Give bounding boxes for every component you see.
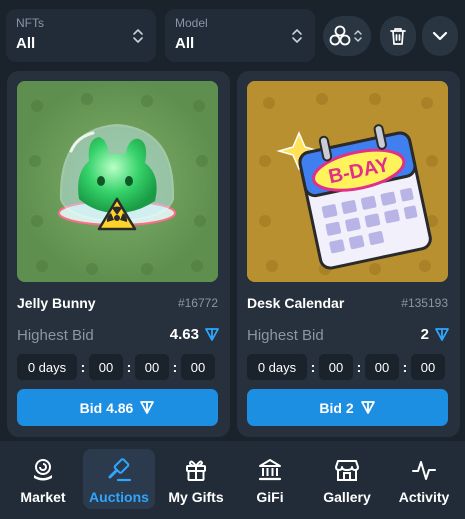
timer-hours: 00 [89, 354, 123, 380]
chevron-down-icon [432, 31, 448, 41]
nfts-filter-value: All [16, 35, 36, 52]
auction-card[interactable]: B-DAY Desk Calendar #135193 Highest Bid … [237, 71, 460, 437]
model-filter-select[interactable]: Model All [165, 9, 315, 62]
nav-item-auctions[interactable]: Auctions [83, 449, 155, 509]
collapse-button[interactable] [422, 16, 458, 56]
timer-days: 0 days [247, 354, 307, 380]
bottom-nav: Market Auctions My Gifts GiFi Gallery Ac… [0, 441, 465, 519]
timer-separator: : [310, 359, 316, 375]
countdown-timer: 0 days : 00 : 00 : 00 [247, 354, 448, 380]
nft-title: Desk Calendar [247, 295, 345, 311]
ton-icon [360, 401, 375, 414]
jelly-bunny-artwork [17, 81, 218, 282]
timer-separator: : [402, 359, 408, 375]
store-icon [335, 460, 359, 481]
updown-chevron-icon [292, 29, 302, 43]
nfts-filter-label: NFTs [16, 16, 44, 30]
model-filter-value: All [175, 35, 195, 52]
nft-title: Jelly Bunny [17, 295, 96, 311]
activity-icon [412, 461, 436, 480]
ton-icon [205, 328, 219, 341]
nft-number: #135193 [401, 296, 448, 310]
nav-label: GiFi [256, 489, 284, 505]
timer-minutes: 00 [365, 354, 399, 380]
timer-seconds: 00 [181, 354, 215, 380]
highest-bid-label: Highest Bid [17, 327, 94, 344]
timer-seconds: 00 [411, 354, 445, 380]
timer-separator: : [126, 359, 132, 375]
timer-minutes: 00 [135, 354, 169, 380]
nav-label: My Gifts [168, 489, 224, 505]
bank-icon [258, 459, 282, 481]
trash-icon [390, 28, 406, 45]
ton-icon [435, 328, 449, 341]
timer-separator: : [172, 359, 178, 375]
bid-button-label: Bid 2 [319, 399, 354, 416]
timer-separator: : [80, 359, 86, 375]
nft-image[interactable] [17, 81, 218, 282]
nav-item-activity[interactable]: Activity [390, 449, 458, 509]
gavel-icon [108, 458, 132, 482]
model-filter-label: Model [175, 16, 208, 30]
multi-select-button[interactable] [323, 16, 371, 56]
highest-bid-value: 4.63 [170, 326, 220, 343]
bid-button[interactable]: Bid 2 [247, 389, 448, 426]
nft-image[interactable]: B-DAY [247, 81, 448, 282]
auction-card[interactable]: Jelly Bunny #16772 Highest Bid 4.63 0 da… [7, 71, 230, 437]
ton-icon [140, 401, 155, 414]
nav-label: Market [20, 489, 66, 505]
highest-bid-amount: 2 [420, 326, 429, 343]
nft-number: #16772 [177, 296, 218, 310]
updown-chevron-icon [133, 29, 143, 43]
timer-separator: : [356, 359, 362, 375]
highest-bid-value: 2 [421, 326, 450, 343]
countdown-timer: 0 days : 00 : 00 : 00 [17, 354, 218, 380]
gift-icon [186, 460, 206, 481]
nav-item-market[interactable]: Market [8, 449, 78, 509]
nav-label: Activity [398, 489, 450, 505]
desk-calendar-artwork: B-DAY [247, 81, 448, 282]
nav-label: Auctions [89, 489, 149, 505]
clear-filters-button[interactable] [380, 16, 416, 56]
nav-item-gallery[interactable]: Gallery [313, 449, 381, 509]
timer-days: 0 days [17, 354, 77, 380]
nav-label: Gallery [323, 489, 371, 505]
timer-hours: 00 [319, 354, 353, 380]
bid-button-label: Bid 4.86 [79, 399, 134, 416]
highest-bid-label: Highest Bid [247, 327, 324, 344]
nfts-filter-select[interactable]: NFTs All [6, 9, 156, 62]
bid-button[interactable]: Bid 4.86 [17, 389, 218, 426]
highest-bid-amount: 4.63 [169, 326, 199, 343]
market-icon [34, 459, 52, 481]
multi-select-icon [329, 25, 362, 46]
nav-item-gifi[interactable]: GiFi [238, 449, 302, 509]
app-root: NFTs All Model All Jelly Bunny #16772 Hi… [0, 0, 465, 519]
nav-item-my-gifts[interactable]: My Gifts [161, 449, 231, 509]
